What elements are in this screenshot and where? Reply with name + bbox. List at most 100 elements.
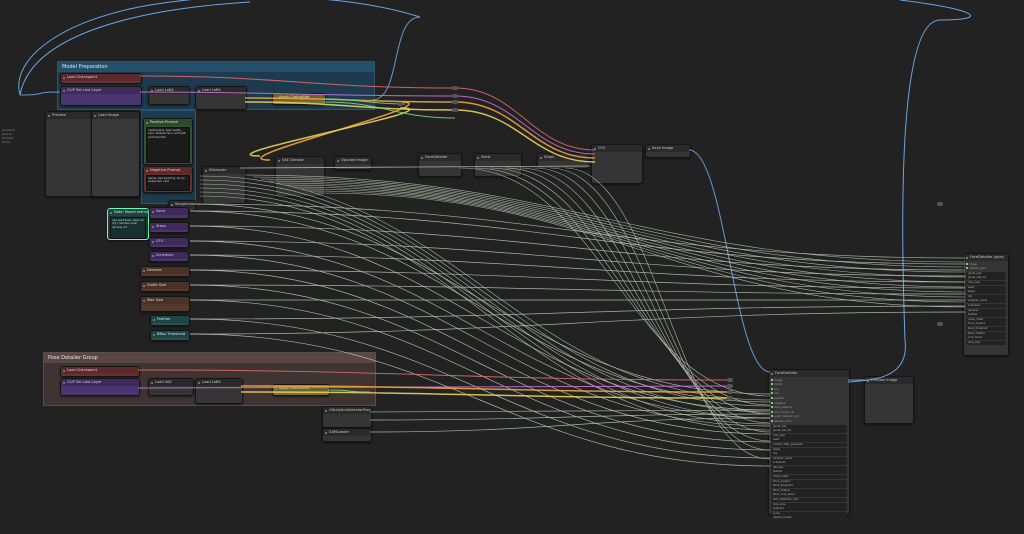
widget-row[interactable]: max_size [771,433,847,438]
clip-layer-bottom[interactable]: CLIP Set Last Layer [60,378,140,396]
node-graph-canvas[interactable]: ComfyUI Queue Prompt Extra Model Prepara… [0,0,1024,534]
input-slot[interactable]: segm_detector_opt [771,415,847,419]
clip-layer-node[interactable]: CLIP Set Last Layer [60,86,142,106]
widget-row[interactable]: cfg [966,294,1006,299]
widget-row[interactable]: bbox_crop_factor [771,493,847,498]
widget-row[interactable]: bbox_dilation [771,488,847,493]
steps-primitive-node[interactable]: Steps [149,222,189,233]
input-slot[interactable]: image [966,263,1006,267]
input-slot[interactable]: detailer_hook [771,420,847,424]
widget-row[interactable]: max_size [966,280,1006,285]
widget-row[interactable]: scheduler [771,461,847,466]
lora-loader-bottom[interactable]: Load LoRA [195,378,243,404]
input-slot[interactable]: model [771,383,847,387]
note-text[interactable]: Use seed fixed. steps 20 cfg 7 sampler e… [110,217,146,239]
face-detailer-node[interactable]: FaceDetailer image model clip vae positive ne… [768,369,850,521]
side-panel[interactable]: ComfyUI Queue Prompt Extra [2,128,15,144]
widget-row[interactable]: denoise [966,308,1006,313]
preview-output-node[interactable]: Preview Image [864,376,914,424]
widget-row[interactable]: wildcard [771,507,847,512]
wire [189,269,966,289]
widget-row[interactable]: steps [966,290,1006,295]
node-title: Seed [475,154,521,161]
apply-controlnet-node[interactable]: Apply ControlNet [272,93,326,105]
node-title: Load Checkpoint [61,367,139,374]
input-slot[interactable]: detailer_pipe [966,267,1006,271]
widget-row[interactable]: guide_size_for [771,429,847,434]
widget-row[interactable]: drop_size [771,502,847,507]
widget-row[interactable]: guide_size [966,271,1006,276]
input-slot[interactable]: bbox_detector [771,406,847,410]
detector-provider-node[interactable]: UltralyticsDetectorProvider [322,406,372,428]
sam-loader-node[interactable]: SAMLoader [322,428,372,442]
vae-decode-node[interactable]: VAE Decode [275,156,325,197]
prompt-textarea[interactable]: lowres, bad anatomy, blurry, watermark, … [146,175,190,191]
wire [252,176,966,268]
widget-row[interactable]: crop_factor [966,336,1006,341]
input-slot[interactable]: image [771,379,847,383]
input-slot[interactable]: clip [771,388,847,392]
widget-row[interactable]: force_inpaint [771,479,847,484]
widget-row[interactable]: sampler_name [966,299,1006,304]
wire [244,174,966,263]
widget-row[interactable]: force_inpaint [966,322,1006,327]
input-slot[interactable]: vae [771,392,847,396]
widget-row[interactable]: inpaint_model [771,516,847,521]
denoise-primitive-node[interactable]: Denoise [140,266,190,277]
checkpoint-loader-bottom[interactable]: Load Checkpoint [60,366,140,377]
widget-row[interactable]: guide_size [771,424,847,429]
widget-row[interactable]: seed [771,438,847,443]
conditioning-node[interactable]: Steps [537,153,589,169]
widget-row[interactable]: cycle [771,511,847,516]
widget-row[interactable]: feather [771,470,847,475]
lora-loader-node-a[interactable]: Load LoRA [148,86,190,105]
ksampler-mid-node[interactable]: Seed [474,153,522,177]
face-detailer-pipe-node[interactable]: FaceDetailer (pipe) image detailer_pipe gu… [963,253,1009,356]
wire [316,192,966,308]
widget-row[interactable]: bbox_threshold [966,326,1006,331]
positive-prompt-node[interactable]: Positive Prompt masterpiece, best qualit… [143,118,193,165]
negative-prompt-node[interactable]: Negative Prompt lowres, bad anatomy, blu… [143,166,193,193]
detailer-mid-node[interactable]: FaceDetailer [418,153,462,177]
ksampler-node[interactable]: KSampler [202,166,246,204]
widget-row[interactable]: bbox_dilation [966,331,1006,336]
max-size-node[interactable]: Max Size [140,296,190,312]
load-image-node-left[interactable]: Load Image [91,111,140,197]
widget-row[interactable]: cfg [771,452,847,457]
widget-row[interactable]: control_after_generate [771,442,847,447]
input-slot[interactable]: positive [771,397,847,401]
wire [504,167,771,424]
widget-row[interactable]: denoise [771,465,847,470]
widget-row[interactable]: sam_detection_hint [771,498,847,503]
prompt-textarea[interactable]: masterpiece, best quality, 1girl, detail… [146,127,190,163]
vae-loader-bottom[interactable]: Load VAE [148,378,194,396]
bbox-threshold-node[interactable]: BBox Threshold [150,330,190,341]
upscale-node[interactable]: Upscale Image [334,156,372,170]
wire [276,182,966,283]
detailer-main-node[interactable]: CFG [591,144,643,184]
widget-row[interactable]: feather [966,313,1006,318]
input-slot[interactable]: sam_model_opt [771,411,847,415]
feather-node[interactable]: Feather [150,315,190,326]
cfg-primitive-node[interactable]: CFG [149,237,189,248]
widget-row[interactable]: steps [771,447,847,452]
wire [284,184,966,288]
note-node[interactable]: Note: Model settings Use seed fixed. ste… [107,208,149,240]
widget-row[interactable]: guide_size_for [966,276,1006,281]
controlnet-bottom[interactable]: Apply ControlNet [272,384,330,396]
scheduler-primitive-node[interactable]: Scheduler [149,251,189,262]
widget-row[interactable]: sampler_name [771,456,847,461]
widget-row[interactable]: seed [966,285,1006,290]
widget-row[interactable]: bbox_threshold [771,484,847,489]
guide-size-node[interactable]: Guide Size [140,281,190,292]
widget-row[interactable]: scheduler [966,303,1006,308]
save-image-mid-node[interactable]: Save Image [645,144,691,158]
seed-primitive-node[interactable]: Seed [149,207,189,219]
widget-row[interactable]: noise_mask [771,475,847,480]
input-slot[interactable]: negative [771,402,847,406]
checkpoint-loader-node[interactable]: Load Checkpoint [60,73,142,84]
widget-row[interactable]: drop_size [966,340,1006,345]
node-title: Guide Size [141,282,189,289]
lora-loader-node-b[interactable]: Load LoRA [195,86,247,110]
widget-row[interactable]: noise_mask [966,317,1006,322]
